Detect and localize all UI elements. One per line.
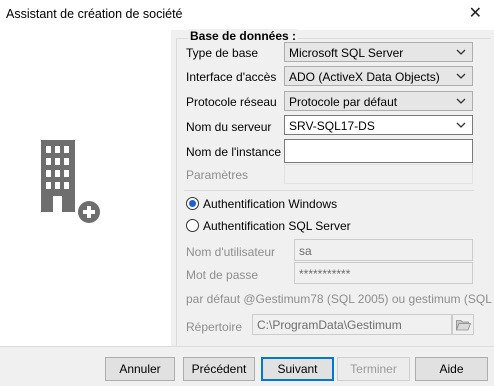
precedent-button[interactable]: Précédent <box>183 357 255 381</box>
user-label: Nom d'utilisateur <box>186 245 275 259</box>
auth-sql-label[interactable]: Authentification SQL Server <box>203 219 351 233</box>
serveur-combo[interactable]: SRV-SQL17-DS <box>284 115 473 135</box>
repertoire-label: Répertoire <box>186 320 243 334</box>
protocole-value: Protocole par défaut <box>289 95 398 109</box>
separator <box>184 190 474 191</box>
auth-sql-radio[interactable] <box>186 219 199 232</box>
password-value: *********** <box>299 267 351 281</box>
footer-divider <box>0 346 494 347</box>
type-base-value: Microsoft SQL Server <box>289 46 404 60</box>
folder-icon <box>456 320 471 331</box>
instance-label: Nom de l'instance <box>186 145 282 159</box>
close-icon[interactable]: ✕ <box>469 6 482 22</box>
password-hint: par défaut @Gestimum78 (SQL 2005) ou ges… <box>186 292 492 306</box>
repertoire-value: C:\ProgramData\Gestimum <box>257 318 402 332</box>
title-bar: Assistant de création de société ✕ <box>0 0 494 30</box>
password-input[interactable]: *********** <box>294 262 473 284</box>
auth-windows-radio[interactable] <box>186 197 199 210</box>
chevron-down-icon <box>456 122 466 128</box>
password-label: Mot de passe <box>186 268 259 282</box>
interface-value: ADO (ActiveX Data Objects) <box>289 70 440 84</box>
suivant-button[interactable]: Suivant <box>261 357 334 381</box>
protocole-select[interactable]: Protocole par défaut <box>284 91 473 111</box>
user-input[interactable]: sa <box>294 239 473 261</box>
chevron-down-icon <box>456 98 466 104</box>
protocole-label: Protocole réseau <box>186 95 277 109</box>
aide-button[interactable]: Aide <box>415 357 488 381</box>
user-value: sa <box>299 244 312 258</box>
serveur-value: SRV-SQL17-DS <box>289 119 375 133</box>
interface-select[interactable]: ADO (ActiveX Data Objects) <box>284 66 473 86</box>
terminer-button[interactable]: Terminer <box>337 357 410 381</box>
group-title: Base de données : <box>188 29 299 43</box>
type-base-label: Type de base <box>186 46 259 60</box>
type-base-select[interactable]: Microsoft SQL Server <box>284 42 473 62</box>
instance-input[interactable] <box>284 139 473 163</box>
parametres-label: Paramètres <box>186 168 249 182</box>
parametres-field <box>284 164 473 184</box>
interface-label: Interface d'accès <box>186 70 277 84</box>
browse-button[interactable] <box>452 314 474 335</box>
building-add-icon <box>41 140 102 225</box>
chevron-down-icon <box>456 73 466 79</box>
window-title: Assistant de création de société <box>6 7 183 21</box>
repertoire-input[interactable]: C:\ProgramData\Gestimum <box>252 314 452 335</box>
chevron-down-icon <box>456 49 466 55</box>
serveur-label: Nom du serveur <box>186 120 272 134</box>
auth-windows-label[interactable]: Authentification Windows <box>203 197 337 211</box>
annuler-button[interactable]: Annuler <box>105 357 175 381</box>
